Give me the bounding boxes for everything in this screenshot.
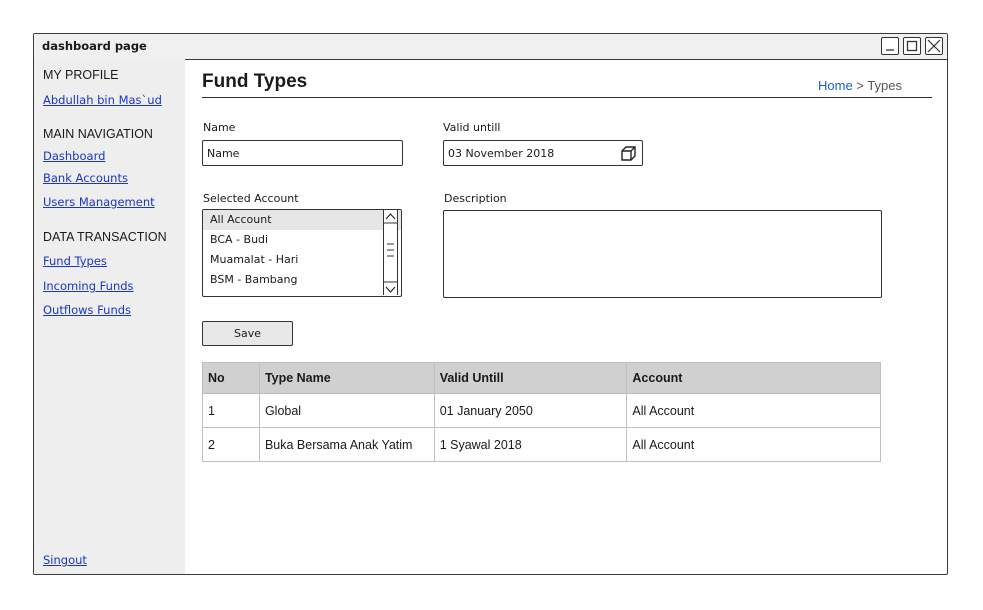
cell-type-name: Buka Bersama Anak Yatim (258, 427, 435, 462)
cell-account: All Account (626, 427, 881, 462)
cell-valid-until: 1 Syawal 2018 (433, 427, 628, 462)
close-icon (927, 39, 941, 53)
calendar-icon[interactable] (620, 145, 637, 162)
minimize-button[interactable] (881, 37, 899, 55)
cell-no: 2 (202, 427, 260, 462)
title-bar: dashboard page (34, 34, 947, 60)
breadcrumb: Home > Types (818, 78, 902, 93)
selected-account-label: Selected Account (203, 192, 299, 205)
valid-until-value: 03 November 2018 (448, 147, 555, 160)
main-navigation-heading: MAIN NAVIGATION (43, 127, 153, 141)
name-label: Name (203, 121, 236, 134)
signout-link[interactable]: Singout (43, 553, 87, 567)
column-header-no[interactable]: No (202, 362, 260, 394)
breadcrumb-home-link[interactable]: Home (818, 78, 853, 93)
name-field[interactable]: Name (202, 140, 403, 166)
listbox-scrollbar[interactable] (383, 210, 398, 295)
profile-name-link[interactable]: Abdullah bin Mas`ud (43, 93, 162, 107)
cell-type-name: Global (258, 393, 435, 428)
account-listbox[interactable]: All Account BCA - Budi Muamalat - Hari B… (202, 209, 402, 297)
valid-until-date-field[interactable]: 03 November 2018 (443, 140, 643, 166)
sidebar: MY PROFILE Abdullah bin Mas`ud MAIN NAVI… (34, 59, 185, 574)
save-button[interactable]: Save (202, 321, 293, 346)
table-row[interactable]: 2 Buka Bersama Anak Yatim 1 Syawal 2018 … (202, 427, 881, 462)
cell-no: 1 (202, 393, 260, 428)
page-title: Fund Types (202, 71, 308, 92)
minimize-icon (886, 49, 894, 51)
table-header-row: No Type Name Valid Untill Account (202, 362, 881, 394)
maximize-button[interactable] (903, 37, 921, 55)
main-content: Fund Types Home > Types Name Name Valid … (185, 59, 947, 574)
column-header-account[interactable]: Account (626, 362, 881, 394)
table-row[interactable]: 1 Global 01 January 2050 All Account (202, 393, 881, 428)
sidebar-item-bank-accounts[interactable]: Bank Accounts (43, 171, 128, 185)
title-divider (202, 97, 932, 99)
breadcrumb-separator: > (856, 78, 864, 93)
cell-account: All Account (626, 393, 881, 428)
breadcrumb-current: Types (867, 78, 902, 93)
column-header-valid-until[interactable]: Valid Untill (433, 362, 628, 394)
fund-types-table: No Type Name Valid Untill Account 1 Glob… (202, 362, 881, 462)
cell-valid-until: 01 January 2050 (433, 393, 628, 428)
sidebar-item-fund-types[interactable]: Fund Types (43, 254, 107, 268)
description-label: Description (444, 192, 507, 205)
data-transaction-heading: DATA TRANSACTION (43, 230, 167, 244)
sidebar-item-outflows-funds[interactable]: Outflows Funds (43, 303, 131, 317)
list-item[interactable]: All Account (203, 210, 401, 230)
sidebar-item-incoming-funds[interactable]: Incoming Funds (43, 279, 134, 293)
list-item[interactable]: Muamalat - Hari (203, 250, 401, 270)
list-item[interactable]: BCA - Budi (203, 230, 401, 250)
window-title: dashboard page (42, 39, 147, 53)
sidebar-item-dashboard[interactable]: Dashboard (43, 149, 105, 163)
app-window: dashboard page MY PROFILE Abdullah bin M… (33, 33, 948, 575)
description-textarea[interactable] (443, 210, 882, 298)
maximize-icon (906, 40, 918, 52)
profile-heading: MY PROFILE (43, 68, 119, 82)
valid-until-label: Valid untill (443, 121, 501, 134)
scrollbar-arrows-icon (384, 213, 397, 293)
column-header-type-name[interactable]: Type Name (258, 362, 435, 394)
name-field-value: Name (207, 147, 240, 160)
sidebar-item-users-management[interactable]: Users Management (43, 195, 155, 209)
close-button[interactable] (925, 37, 943, 55)
list-item[interactable]: BSM - Bambang (203, 270, 401, 290)
